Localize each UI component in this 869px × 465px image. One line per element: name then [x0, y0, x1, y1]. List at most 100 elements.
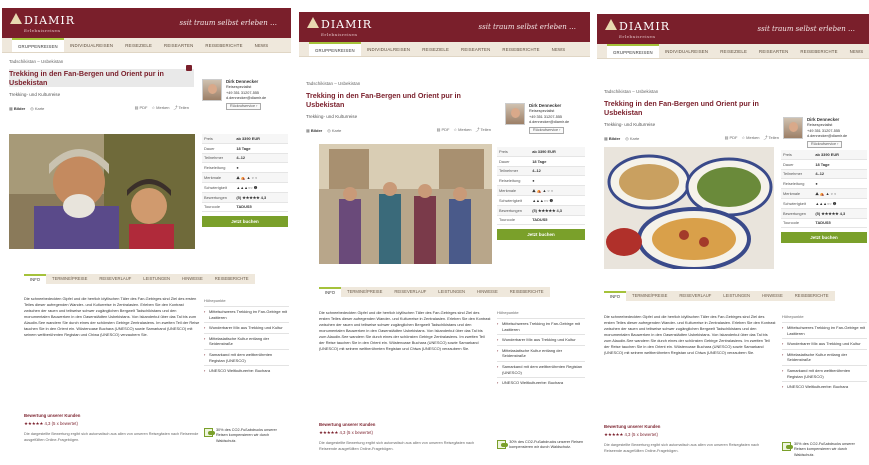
callback-button[interactable]: Rückrufservice ›: [226, 102, 262, 111]
tab-hinweise[interactable]: HINWEISE: [176, 274, 209, 284]
nav-item-reiseberichte[interactable]: REISEBERICHTE: [794, 44, 843, 58]
avatar: [505, 103, 525, 125]
rating-stars: ★★★★★ 4,3 (5 x bewertet): [319, 430, 373, 435]
book-button[interactable]: Jetzt buchen: [497, 229, 585, 241]
list-item: Samarkand mit dem weltberühmten Registan…: [204, 348, 289, 365]
list-item: Mittelschweres Trekking im Fan-Gebirge m…: [782, 322, 867, 338]
images-toggle[interactable]: ▦ Bilder: [306, 128, 322, 133]
map-toggle[interactable]: ◎ Karte: [625, 136, 639, 141]
nav-item-reiseziele[interactable]: REISEZIELE: [119, 38, 158, 52]
tab-termine[interactable]: TERMINE/PREISE: [626, 291, 673, 301]
tab-termine[interactable]: TERMINE/PREISE: [46, 274, 93, 284]
tab-reiseberichte[interactable]: REISEBERICHTE: [504, 287, 550, 297]
trip-content: Tadschikistan – Usbekistan Trekking in d…: [597, 89, 869, 149]
list-item: UNESCO Weltkulturerbe: Buchara: [782, 381, 867, 392]
forest-icon: [204, 428, 215, 437]
tab-reiseverlauf[interactable]: REISEVERLAUF: [93, 274, 137, 284]
trip-description: Die schneebedeckten Gipfel und die herrl…: [319, 310, 491, 352]
images-toggle[interactable]: ▦ Bilder: [9, 106, 25, 111]
nav-item-reiseziele[interactable]: REISEZIELE: [416, 42, 455, 56]
tab-info[interactable]: INFO: [319, 287, 342, 297]
trip-facts: Preis ab 3390 EUR Dauer 18 Tage Teilnehmer…: [781, 150, 867, 244]
map-toggle[interactable]: ◎ Karte: [30, 106, 44, 111]
tab-reiseberichte[interactable]: REISEBERICHTE: [789, 291, 835, 301]
nav-item-individualreisen[interactable]: INDIVIDUALREISEN: [361, 42, 416, 56]
rating-stars: ★★★★★ 4,3 (5 x bewertet): [604, 432, 658, 437]
book-button[interactable]: Jetzt buchen: [202, 216, 288, 228]
tab-reiseverlauf[interactable]: REISEVERLAUF: [673, 291, 717, 301]
info-tabs: INFO TERMINE/PREISE REISEVERLAUF LEISTUN…: [24, 274, 255, 284]
highlights: Höhepunkte Mittelschweres Trekking im Fa…: [497, 310, 585, 388]
tab-leistungen[interactable]: LEISTUNGEN: [717, 291, 756, 301]
tab-info[interactable]: INFO: [24, 274, 47, 284]
screenshot-variant-3: DIAMIR Erlebnisreisen ssit traum selbst e…: [597, 14, 869, 465]
header-bar: DIAMIR Erlebnisreisen ssit traum selbst e…: [2, 8, 291, 38]
nav-item-reisearten[interactable]: REISEARTEN: [455, 42, 496, 56]
remember-link[interactable]: ☆ Merken: [151, 105, 169, 111]
trip-photo[interactable]: [9, 134, 195, 249]
callback-button[interactable]: Rückrufservice ›: [529, 126, 565, 135]
review-block: Bewertung unserer Kunden ★★★★★ 4,3 (5 x …: [604, 424, 776, 454]
tab-reiseverlauf[interactable]: REISEVERLAUF: [388, 287, 432, 297]
tab-leistungen[interactable]: LEISTUNGEN: [137, 274, 176, 284]
tab-hinweise[interactable]: HINWEISE: [471, 287, 504, 297]
brand-logo[interactable]: DIAMIR Erlebnisreisen: [307, 17, 372, 37]
map-toggle[interactable]: ◎ Karte: [327, 128, 341, 133]
images-toggle[interactable]: ▦ Bilder: [604, 136, 620, 141]
page-title: Trekking in den Fan-Bergen und Orient pu…: [306, 91, 461, 109]
share-link[interactable]: ⤴ Teilen: [174, 105, 190, 111]
nav-item-reiseberichte[interactable]: REISEBERICHTE: [496, 42, 545, 56]
list-item: Mittelschweres Trekking im Fan-Gebirge m…: [204, 306, 289, 322]
main-nav: GRUPPENREISEN INDIVIDUALREISEN REISEZIEL…: [597, 44, 869, 59]
nav-item-reiseziele[interactable]: REISEZIELE: [714, 44, 753, 58]
nav-item-individualreisen[interactable]: INDIVIDUALREISEN: [64, 38, 119, 52]
list-item: Mittelasiatische Kultur entlang der Seid…: [204, 332, 289, 349]
tab-info[interactable]: INFO: [604, 291, 627, 301]
info-tabs: INFO TERMINE/PREISE REISEVERLAUF LEISTUN…: [604, 291, 835, 301]
fact-row: Bewertungen (5) ★★★★★ 4,3: [497, 205, 585, 216]
nav-item-reiseberichte[interactable]: REISEBERICHTE: [199, 38, 248, 52]
tab-hinweise[interactable]: HINWEISE: [756, 291, 789, 301]
slogan: ssit traum selbst erleben …: [478, 23, 576, 31]
slogan: ssit traum selbst erleben …: [179, 19, 277, 27]
tab-leistungen[interactable]: LEISTUNGEN: [432, 287, 471, 297]
breadcrumb[interactable]: Tadschikistan – Usbekistan: [9, 59, 284, 64]
tab-termine[interactable]: TERMINE/PREISE: [341, 287, 388, 297]
list-item: Wunderbarer Mix aus Trekking und Kultur: [497, 334, 585, 345]
pdf-link[interactable]: ▤ PDF: [725, 135, 738, 141]
nav-item-individualreisen[interactable]: INDIVIDUALREISEN: [659, 44, 714, 58]
nav-item-news[interactable]: NEWS: [546, 42, 572, 56]
list-item: UNESCO Weltkulturerbe: Buchara: [497, 377, 585, 388]
remember-link[interactable]: ☆ Merken: [741, 135, 759, 141]
breadcrumb[interactable]: Tadschikistan – Usbekistan: [604, 89, 862, 94]
trip-photo[interactable]: [319, 144, 492, 264]
callback-button[interactable]: Rückrufservice ›: [807, 140, 843, 149]
tab-reiseberichte[interactable]: REISEBERICHTE: [209, 274, 255, 284]
nav-item-gruppenreisen[interactable]: GRUPPENREISEN: [309, 42, 361, 56]
book-button[interactable]: Jetzt buchen: [781, 232, 867, 244]
nav-item-gruppenreisen[interactable]: GRUPPENREISEN: [12, 38, 64, 52]
nav-item-news[interactable]: NEWS: [249, 38, 275, 52]
agent-card: Dirk Dennecker Reisespezialist +49 351 3…: [783, 117, 847, 149]
brand-logo[interactable]: DIAMIR Erlebnisreisen: [605, 19, 670, 39]
screenshot-variant-1: DIAMIR Erlebnisreisen ssit traum selbst e…: [2, 8, 291, 465]
pdf-link[interactable]: ▤ PDF: [135, 105, 148, 111]
nav-item-reisearten[interactable]: REISEARTEN: [158, 38, 199, 52]
brand-logo[interactable]: DIAMIR Erlebnisreisen: [10, 13, 75, 33]
fact-row: Merkmale ⛰ ⛺ ▲ ○ ○: [497, 186, 585, 196]
trip-photo[interactable]: [604, 147, 774, 269]
remember-link[interactable]: ☆ Merken: [453, 127, 471, 133]
print-icon[interactable]: [186, 65, 192, 71]
share-link[interactable]: ⤴ Teilen: [764, 135, 780, 141]
breadcrumb[interactable]: Tadschikistan – Usbekistan: [306, 81, 583, 86]
avatar: [202, 79, 222, 101]
nav-item-news[interactable]: NEWS: [844, 44, 869, 58]
list-item: Mittelschweres Trekking im Fan-Gebirge m…: [497, 318, 585, 334]
share-link[interactable]: ⤴ Teilen: [476, 127, 492, 133]
nav-item-gruppenreisen[interactable]: GRUPPENREISEN: [607, 44, 659, 58]
mountain-logo-icon: [307, 17, 319, 28]
nav-item-reisearten[interactable]: REISEARTEN: [753, 44, 794, 58]
co2-note: 30% des CO2-Fußabdrucks unserer Reisen k…: [782, 442, 867, 458]
pdf-link[interactable]: ▤ PDF: [437, 127, 450, 133]
agent-email[interactable]: d.dennecker@diamir.de: [226, 96, 266, 102]
